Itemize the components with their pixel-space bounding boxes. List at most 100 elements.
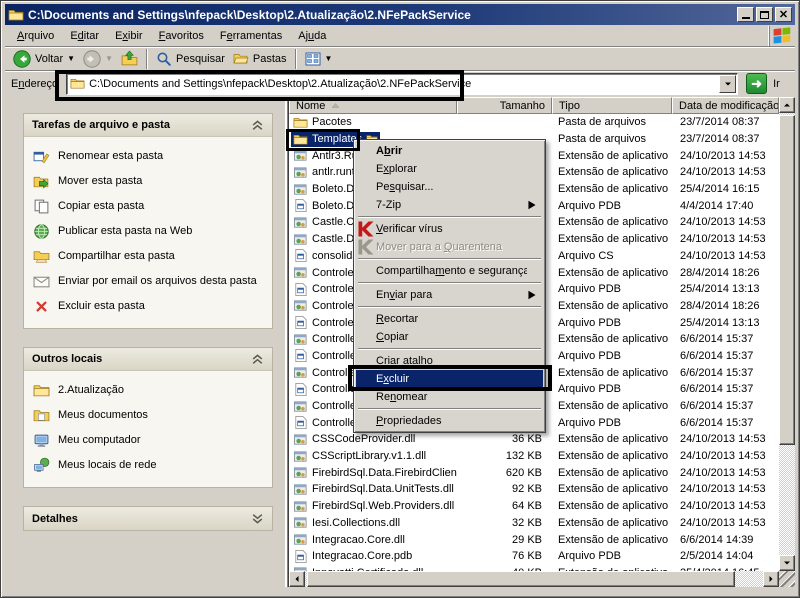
file-name-wrap[interactable]: Integracao.Core.pdb [291,549,414,564]
file-name-wrap[interactable]: Boleto.Do [291,198,362,213]
file-row[interactable]: CSSCodeProvider.dll36 KBExtensão de apli… [289,431,779,448]
context-menu-item-abrir[interactable]: Abrir [356,142,543,160]
task-item-folder[interactable]: 2.Atualização [33,378,268,403]
minimize-button[interactable] [737,7,754,22]
context-menu-item-compartilhamento-e-seguran-a[interactable]: Compartilhamento e segurança... [356,262,543,280]
address-combo[interactable]: C:\Documents and Settings\nfepack\Deskto… [66,73,738,95]
context-menu-item-excluir[interactable]: Excluir [356,370,543,388]
panel-details-header[interactable]: Detalhes [24,507,272,530]
up-button[interactable] [117,48,142,70]
file-name-wrap[interactable]: Controlle [291,348,358,363]
vertical-scrollbar[interactable] [779,97,795,571]
file-name-wrap[interactable]: FirebirdSql.Data.UnitTests.dll [291,482,456,497]
scroll-up-button[interactable] [779,97,795,113]
context-menu-item-enviar-para[interactable]: Enviar para [356,286,543,304]
views-button[interactable]: ▼ [301,48,337,70]
views-dropdown-caret[interactable]: ▼ [325,55,333,63]
file-name-wrap[interactable]: ControleL [291,315,362,330]
file-name-wrap[interactable]: ControleL [291,298,362,313]
file-name-wrap[interactable]: CSSCodeProvider.dll [291,432,417,447]
context-menu-item-recortar[interactable]: Recortar [356,310,543,328]
menu-item-arquivo[interactable]: Arquivo [9,28,62,45]
file-name-wrap[interactable]: Controlle [291,415,358,430]
go-button[interactable]: ➜ [746,73,767,94]
back-button[interactable]: Voltar ▼ [9,48,79,70]
menu-item-exibir[interactable]: Exibir [107,28,151,45]
menu-item-favoritos[interactable]: Favoritos [151,28,212,45]
file-name-wrap[interactable]: ControleL [291,265,362,280]
maximize-button[interactable] [756,7,773,22]
chevron-up-icon[interactable] [251,119,264,132]
menu-item-ajuda[interactable]: Ajuda [290,28,334,45]
column-header-tamanho[interactable]: Tamanho [457,97,552,114]
file-name-wrap[interactable]: Boleto.Do [291,182,362,197]
file-name-wrap[interactable]: Controlle [291,382,358,397]
menu-item-editar[interactable]: Editar [62,28,107,45]
panel-file-tasks-header[interactable]: Tarefas de arquivo e pasta [24,114,272,137]
file-name-wrap[interactable]: Antlr3.Ru [291,148,360,163]
file-row[interactable]: FirebirdSql.Data.FirebirdClient...620 KB… [289,464,779,481]
context-menu-item-pesquisar[interactable]: Pesquisar... [356,178,543,196]
file-name-wrap[interactable]: FirebirdSql.Web.Providers.dll [291,499,456,514]
file-name-wrap[interactable]: Iesi.Collections.dll [291,515,402,530]
file-row[interactable]: FirebirdSql.Data.UnitTests.dll92 KBExten… [289,481,779,498]
forward-button[interactable]: ▼ [79,48,117,70]
task-item-move[interactable]: Mover esta pasta [33,169,268,194]
task-item-share[interactable]: Compartilhar esta pasta [33,244,268,269]
file-name-wrap[interactable]: Castle.Co [291,215,362,230]
file-row[interactable]: Integracao.Core.pdb76 KBArquivo PDB2/5/2… [289,548,779,565]
task-item-network[interactable]: Meus locais de rede [33,453,268,478]
context-menu-item-7-zip[interactable]: 7-Zip [356,196,543,214]
file-name-wrap[interactable]: Pacotes [291,115,354,130]
vertical-scroll-thumb[interactable] [779,115,795,445]
column-header-tipo[interactable]: Tipo [552,97,672,114]
context-menu-item-renomear[interactable]: Renomear [356,388,543,406]
scroll-down-button[interactable] [779,555,795,571]
horizontal-scroll-track[interactable] [305,571,763,587]
file-row[interactable]: FirebirdSql.Web.Providers.dll64 KBExtens… [289,498,779,515]
file-name-wrap[interactable]: Controlle [291,332,358,347]
file-name-wrap[interactable]: consolida [291,248,360,263]
panel-other-places-header[interactable]: Outros locais [24,348,272,371]
task-item-globe[interactable]: Publicar esta pasta na Web [33,219,268,244]
context-menu-item-verificar-v-rus[interactable]: Verificar vírus [356,220,543,238]
close-button[interactable]: ✕ [775,7,792,22]
file-row[interactable]: CSScriptLibrary.v1.1.dll132 KBExtensão d… [289,448,779,465]
task-item-mycomputer[interactable]: Meu computador [33,428,268,453]
file-name-wrap[interactable]: CSScriptLibrary.v1.1.dll [291,449,428,464]
chevron-down-icon[interactable] [251,512,264,525]
search-button[interactable]: Pesquisar [152,48,229,70]
file-row[interactable]: Integracao.Core.dll29 KBExtensão de apli… [289,531,779,548]
file-row[interactable]: Iesi.Collections.dll32 KBExtensão de apl… [289,515,779,532]
file-name-wrap[interactable]: antlr.runt [291,165,357,180]
file-name-wrap[interactable]: Integracao.Core.dll [291,532,407,547]
forward-dropdown-caret[interactable]: ▼ [105,55,113,63]
back-dropdown-caret[interactable]: ▼ [67,55,75,63]
context-menu-item-explorar[interactable]: Explorar [356,160,543,178]
address-input[interactable]: C:\Documents and Settings\nfepack\Deskto… [89,78,737,90]
context-menu-item-propriedades[interactable]: Propriedades [356,412,543,430]
folders-button[interactable]: Pastas [229,48,291,70]
file-name-wrap[interactable]: Controlle [291,365,358,380]
file-name-wrap[interactable]: Castle.Dy [291,232,362,247]
file-row[interactable]: PacotesPasta de arquivos23/7/2014 08:37 [289,114,779,131]
context-menu-item-criar-atalho[interactable]: Criar atalho [356,352,543,370]
file-name-wrap[interactable]: FirebirdSql.Data.FirebirdClient... [291,465,457,480]
resize-grip[interactable] [779,571,795,587]
file-name-wrap[interactable]: Controlle [291,399,358,414]
horizontal-scrollbar[interactable] [289,571,779,587]
task-item-copy[interactable]: Copiar esta pasta [33,194,268,219]
address-dropdown-button[interactable] [719,75,736,93]
horizontal-scroll-thumb[interactable] [307,571,735,587]
task-item-mydocs[interactable]: Meus documentos [33,403,268,428]
scroll-right-button[interactable] [763,571,779,587]
vertical-scroll-track[interactable] [779,113,795,555]
scroll-left-button[interactable] [289,571,305,587]
chevron-up-icon[interactable] [251,353,264,366]
file-name-wrap[interactable]: ControleL [291,282,362,297]
task-item-delete[interactable]: Excluir esta pasta [33,294,268,319]
column-header-data[interactable]: Data de modificação [672,97,779,114]
context-menu-item-copiar[interactable]: Copiar [356,328,543,346]
task-item-rename[interactable]: Renomear esta pasta [33,144,268,169]
menu-item-ferramentas[interactable]: Ferramentas [212,28,290,45]
